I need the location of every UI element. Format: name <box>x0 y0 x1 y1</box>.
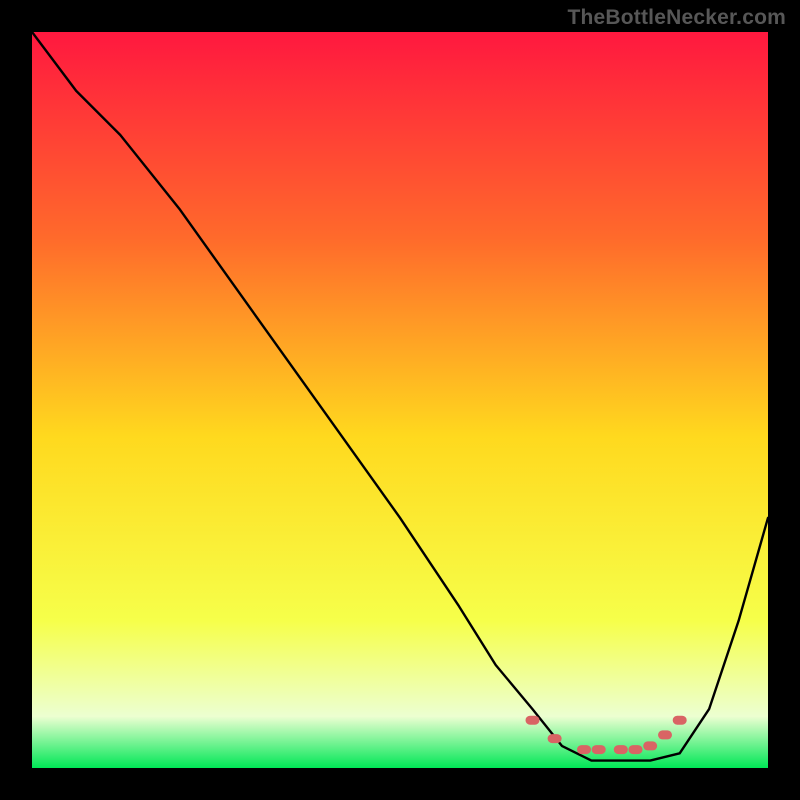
plot-area <box>32 32 768 768</box>
optimal-marker <box>577 745 591 754</box>
optimal-marker <box>526 716 540 725</box>
watermark-label: TheBottleNecker.com <box>567 6 786 30</box>
heat-gradient <box>32 32 768 768</box>
optimal-marker <box>592 745 606 754</box>
optimal-marker <box>643 741 657 750</box>
optimal-marker <box>629 745 643 754</box>
chart-svg <box>32 32 768 768</box>
optimal-marker <box>548 734 562 743</box>
chart-frame: TheBottleNecker.com <box>0 0 800 800</box>
optimal-marker <box>614 745 628 754</box>
optimal-marker <box>658 730 672 739</box>
optimal-marker <box>673 716 687 725</box>
